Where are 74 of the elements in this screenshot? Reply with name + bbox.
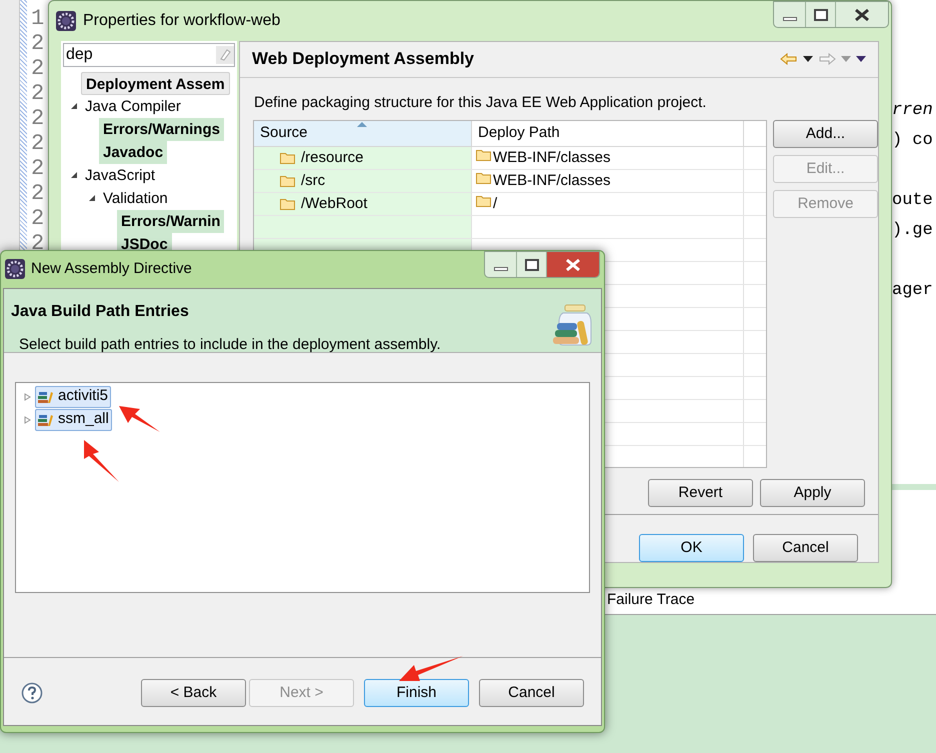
line-number: 2 — [31, 231, 44, 256]
window-title: New Assembly Directive — [31, 259, 192, 279]
page-title: Web Deployment Assembly — [252, 48, 474, 70]
tree-item[interactable]: Javadoc — [99, 140, 168, 164]
annotation-arrow — [119, 406, 160, 432]
column-header[interactable]: Deploy Path — [472, 121, 744, 146]
column-header[interactable]: Source — [254, 121, 472, 146]
folder-icon — [476, 172, 491, 184]
dropdown-icon[interactable] — [803, 56, 813, 62]
wizard-button[interactable]: Cancel — [479, 679, 584, 707]
gear-icon — [4, 258, 26, 280]
line-number: 2 — [31, 81, 44, 106]
close-button[interactable] — [547, 252, 599, 277]
header-title: Java Build Path Entries — [11, 302, 190, 322]
code-text: ) co — [892, 131, 933, 150]
expanded-icon[interactable] — [70, 102, 78, 110]
page-description: Define packaging structure for this Java EE Web Application project. — [254, 92, 708, 112]
tree-item[interactable]: Deployment Assem — [81, 72, 230, 94]
books-icon — [38, 412, 54, 426]
header-description: Select build path entries to include in the deployment assembly. — [19, 335, 441, 355]
line-number: 2 — [31, 31, 44, 56]
page-button[interactable]: Apply — [760, 479, 865, 507]
code-text: oute — [892, 191, 933, 210]
failure-trace-label: Failure Trace — [607, 590, 696, 610]
dialog-button[interactable]: OK — [639, 534, 744, 562]
table-cell: / — [493, 195, 498, 213]
page-button[interactable]: Revert — [648, 479, 753, 507]
sort-icon — [357, 122, 367, 127]
line-number: 2 — [31, 206, 44, 231]
collapsed-icon[interactable] — [24, 392, 32, 400]
collapsed-icon[interactable] — [24, 416, 32, 424]
folder-icon — [476, 195, 491, 207]
table-cell-text: /src — [301, 170, 326, 191]
gear-icon — [55, 10, 77, 32]
folder-icon — [280, 152, 295, 164]
tree-item[interactable]: Java Compiler — [81, 94, 185, 118]
code-text: rren — [892, 101, 933, 120]
dialog-button[interactable]: Cancel — [753, 534, 858, 562]
table-cell-text: /WebRoot — [301, 194, 368, 214]
menu-icon[interactable] — [856, 56, 866, 62]
tree-item[interactable]: Validation — [99, 186, 172, 210]
expanded-icon[interactable] — [88, 194, 96, 202]
filter-field[interactable]: dep — [63, 42, 235, 66]
line-number: 1 — [31, 6, 44, 31]
folder-icon — [280, 175, 295, 187]
tree-item[interactable]: JavaScript — [81, 164, 160, 186]
line-number: 2 — [31, 156, 44, 181]
annotation-arrow — [399, 656, 463, 681]
expanded-icon[interactable] — [70, 171, 78, 179]
tree-item[interactable]: Errors/Warnin — [117, 210, 224, 232]
table-cell: WEB-INF/classes — [493, 149, 611, 167]
books-icon — [38, 390, 54, 404]
table-cell-text: /resource — [301, 148, 364, 168]
build-path-entry[interactable]: ssm_all — [35, 408, 112, 430]
folder-icon — [280, 198, 295, 210]
wizard-button[interactable]: Finish — [364, 679, 469, 707]
side-button[interactable]: Add... — [773, 120, 878, 148]
code-text: ).ge — [892, 221, 933, 240]
folder-icon — [476, 149, 491, 161]
line-number: 2 — [31, 131, 44, 156]
line-number: 2 — [31, 56, 44, 81]
annotation-arrow — [84, 440, 119, 482]
wizard-button[interactable]: < Back — [141, 679, 246, 707]
table-cell: WEB-INF/classes — [493, 172, 611, 190]
tree-item[interactable]: Errors/Warnings — [99, 118, 224, 140]
close-icon — [564, 258, 582, 272]
line-number: 2 — [31, 181, 44, 206]
code-text: ager — [892, 281, 933, 300]
back-arrow-icon[interactable] — [780, 53, 798, 65]
help-icon[interactable] — [21, 682, 43, 704]
window-title: Properties for workflow-web — [83, 11, 280, 31]
close-icon — [853, 8, 871, 22]
build-path-entry[interactable]: activiti5 — [35, 386, 112, 408]
line-number: 2 — [31, 106, 44, 131]
